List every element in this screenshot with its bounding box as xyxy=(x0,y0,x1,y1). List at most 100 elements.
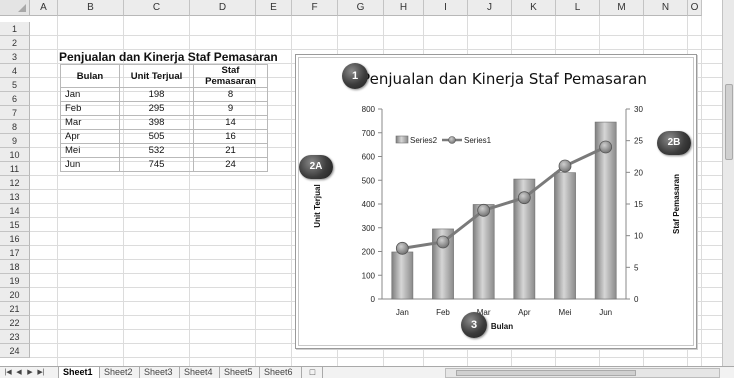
sheet-tab-sheet4[interactable]: Sheet4 xyxy=(180,367,220,378)
cell-month[interactable]: Jan xyxy=(60,87,120,102)
column-header-j[interactable]: J xyxy=(468,0,512,16)
column-header-h[interactable]: H xyxy=(384,0,424,16)
cell-month[interactable]: Mei xyxy=(60,143,120,158)
column-header-k[interactable]: K xyxy=(512,0,556,16)
next-sheet-icon[interactable]: ▶ xyxy=(25,368,35,378)
header-staf-pemasaran[interactable]: Staf Pemasaran xyxy=(193,64,268,88)
sheet-tab-sheet5[interactable]: Sheet5 xyxy=(220,367,260,378)
row-header-19[interactable]: 19 xyxy=(0,274,30,288)
column-header-o[interactable]: O xyxy=(688,0,702,16)
column-header-e[interactable]: E xyxy=(256,0,292,16)
row-header-10[interactable]: 10 xyxy=(0,148,30,162)
cell-units[interactable]: 532 xyxy=(119,143,194,158)
column-header-c[interactable]: C xyxy=(124,0,190,16)
vertical-scrollbar[interactable] xyxy=(722,0,734,366)
row-header-15[interactable]: 15 xyxy=(0,218,30,232)
row-header-5[interactable]: 5 xyxy=(0,78,30,92)
sheet-tab-sheet3[interactable]: Sheet3 xyxy=(140,367,180,378)
row-header-13[interactable]: 13 xyxy=(0,190,30,204)
sheet-tab-sheet2[interactable]: Sheet2 xyxy=(100,367,140,378)
row-header-22[interactable]: 22 xyxy=(0,316,30,330)
column-header-l[interactable]: L xyxy=(556,0,600,16)
table-title[interactable]: Penjualan dan Kinerja Staf Pemasaran xyxy=(59,50,278,64)
y-tick-label: 800 xyxy=(362,105,376,114)
badge-right-axis: 2B xyxy=(657,131,691,155)
row-gridline xyxy=(30,35,722,36)
row-header-21[interactable]: 21 xyxy=(0,302,30,316)
row-header-6[interactable]: 6 xyxy=(0,92,30,106)
column-header-a[interactable]: A xyxy=(30,0,58,16)
last-sheet-icon[interactable]: ▶| xyxy=(36,368,46,378)
row-header-14[interactable]: 14 xyxy=(0,204,30,218)
cell-month[interactable]: Jun xyxy=(60,157,120,172)
row-header-2[interactable]: 2 xyxy=(0,36,30,50)
embedded-chart[interactable]: Penjualan dan Kinerja Staf Pemasaran 0 100… xyxy=(295,54,697,349)
badge-x-axis: 3 xyxy=(461,312,487,338)
point-series1 xyxy=(477,203,491,217)
column-header-b[interactable]: B xyxy=(58,0,124,16)
cell-staff[interactable]: 16 xyxy=(193,129,268,144)
cell-units[interactable]: 505 xyxy=(119,129,194,144)
cell-staff[interactable]: 9 xyxy=(193,101,268,116)
column-header-f[interactable]: F xyxy=(292,0,338,16)
cell-staff[interactable]: 21 xyxy=(193,143,268,158)
column-header-m[interactable]: M xyxy=(600,0,644,16)
row-header-18[interactable]: 18 xyxy=(0,260,30,274)
row-header-20[interactable]: 20 xyxy=(0,288,30,302)
row-header-11[interactable]: 11 xyxy=(0,162,30,176)
x-tick-label: Jun xyxy=(599,308,612,317)
cell-month[interactable]: Mar xyxy=(60,115,120,130)
column-header-n[interactable]: N xyxy=(644,0,688,16)
cell-month[interactable]: Feb xyxy=(60,101,120,116)
x-axis-title: Bulan xyxy=(491,322,513,331)
sheet-tab-sheet1[interactable]: Sheet1 xyxy=(58,367,100,378)
column-gridline xyxy=(57,16,58,366)
horizontal-scrollbar[interactable] xyxy=(445,368,720,378)
sheet-tab-sheet6[interactable]: Sheet6 xyxy=(260,367,302,378)
cell-units[interactable]: 295 xyxy=(119,101,194,116)
first-sheet-icon[interactable]: |◀ xyxy=(3,368,13,378)
row-header-16[interactable]: 16 xyxy=(0,232,30,246)
y-tick-label: 200 xyxy=(362,248,376,257)
bar-series2 xyxy=(554,172,576,300)
row-header-9[interactable]: 9 xyxy=(0,134,30,148)
row-header-23[interactable]: 23 xyxy=(0,330,30,344)
cell-staff[interactable]: 14 xyxy=(193,115,268,130)
row-header-12[interactable]: 12 xyxy=(0,176,30,190)
row-header-7[interactable]: 7 xyxy=(0,106,30,120)
row-header-24[interactable]: 24 xyxy=(0,344,30,358)
cell-units[interactable]: 398 xyxy=(119,115,194,130)
table-row: Mei 532 21 xyxy=(60,143,268,158)
header-unit-terjual[interactable]: Unit Terjual xyxy=(119,64,194,88)
horizontal-scroll-thumb[interactable] xyxy=(456,370,636,376)
header-bulan[interactable]: Bulan xyxy=(60,64,120,88)
cell-units[interactable]: 745 xyxy=(119,157,194,172)
vertical-scroll-thumb[interactable] xyxy=(725,84,733,160)
legend-swatch-bar xyxy=(395,135,409,144)
insert-sheet-icon[interactable]: □ xyxy=(303,367,323,378)
y-tick-label: 700 xyxy=(362,129,376,138)
y2-tick-label: 0 xyxy=(634,295,639,304)
column-header-i[interactable]: I xyxy=(424,0,468,16)
y2-tick-label: 20 xyxy=(634,168,643,177)
column-header-g[interactable]: G xyxy=(338,0,384,16)
y-tick-label: 600 xyxy=(362,153,376,162)
row-header-17[interactable]: 17 xyxy=(0,246,30,260)
x-tick-label: Mei xyxy=(559,308,572,317)
table-row: Mar 398 14 xyxy=(60,115,268,130)
cell-staff[interactable]: 8 xyxy=(193,87,268,102)
row-header-3[interactable]: 3 xyxy=(0,50,30,64)
column-header-d[interactable]: D xyxy=(190,0,256,16)
cell-month[interactable]: Apr xyxy=(60,129,120,144)
row-header-1[interactable]: 1 xyxy=(0,22,30,36)
select-all-corner[interactable] xyxy=(0,0,30,16)
y-tick-label: 500 xyxy=(362,176,376,185)
cell-staff[interactable]: 24 xyxy=(193,157,268,172)
cell-units[interactable]: 198 xyxy=(119,87,194,102)
y-tick-label: 400 xyxy=(362,200,376,209)
prev-sheet-icon[interactable]: ◀ xyxy=(14,368,24,378)
row-header-4[interactable]: 4 xyxy=(0,64,30,78)
row-header-8[interactable]: 8 xyxy=(0,120,30,134)
y2-tick-label: 5 xyxy=(634,263,639,272)
row-gridline xyxy=(30,357,722,358)
